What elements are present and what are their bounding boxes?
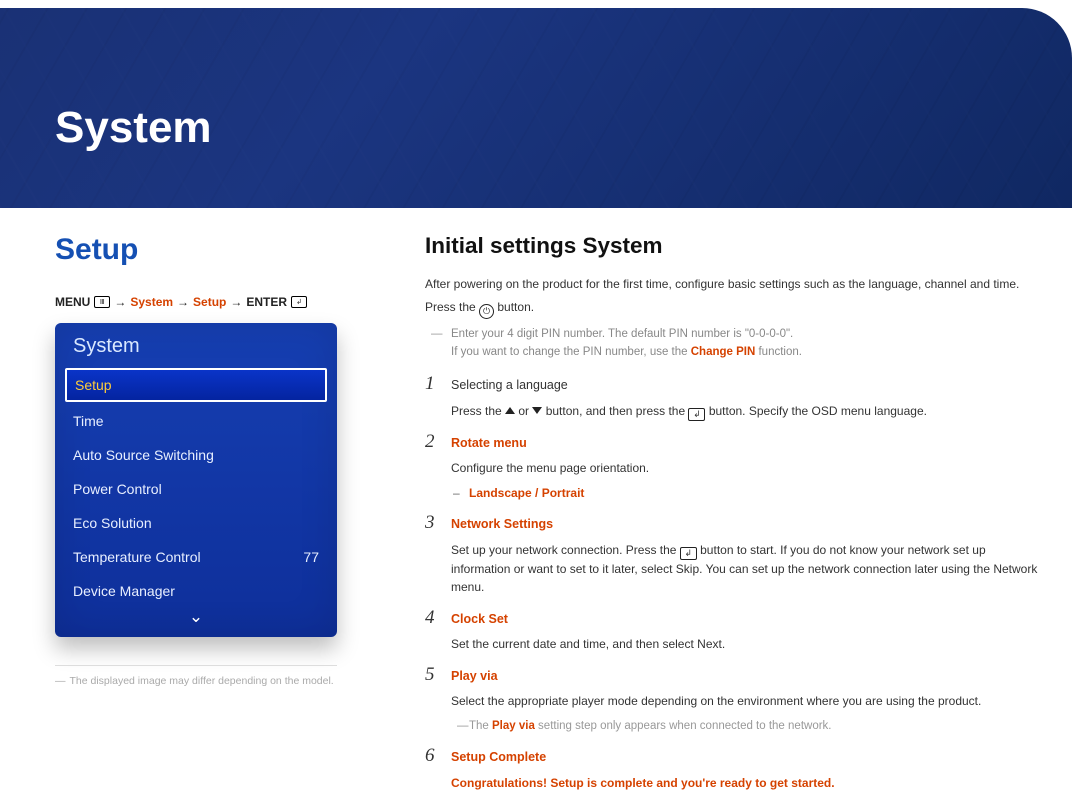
- option-landscape: Landscape: [469, 486, 532, 500]
- osd-item-label: Eco Solution: [73, 515, 152, 531]
- step-5: 5 Play via Select the appropriate player…: [425, 664, 1040, 735]
- step-1: 1 Selecting a language Press the or butt…: [425, 373, 1040, 420]
- osd-item-label: Power Control: [73, 481, 162, 497]
- banner-title: System: [55, 103, 212, 153]
- step-number: 2: [425, 431, 451, 453]
- osd-item-temperature[interactable]: Temperature Control 77: [55, 540, 337, 574]
- breadcrumb-arrow-3: →: [230, 295, 242, 309]
- step-2-title: Rotate menu: [451, 434, 1040, 453]
- enter-icon: ↲: [680, 547, 697, 560]
- next-label: Next: [697, 637, 722, 651]
- step-6: 6 Setup Complete Congratulations! Setup …: [425, 745, 1040, 792]
- pin-note: Enter your 4 digit PIN number. The defau…: [425, 325, 1040, 362]
- osd-item-eco-solution[interactable]: Eco Solution: [55, 506, 337, 540]
- up-arrow-icon: [505, 407, 515, 414]
- footnote-text: The displayed image may differ depending…: [70, 675, 334, 687]
- osd-item-label: Device Manager: [73, 583, 175, 599]
- step-6-congrats: Congratulations! Setup is complete and y…: [451, 774, 1040, 792]
- skip-label: Skip: [676, 562, 699, 576]
- osd-title: System: [55, 323, 337, 368]
- intro-line-1: After powering on the product for the fi…: [425, 275, 1040, 294]
- osd-item-power-control[interactable]: Power Control: [55, 472, 337, 506]
- step-5-title: Play via: [451, 667, 1040, 686]
- pin-note-line1: Enter your 4 digit PIN number. The defau…: [451, 328, 793, 340]
- step-6-title: Setup Complete: [451, 748, 1040, 767]
- step-number: 4: [425, 607, 451, 629]
- step-2-body: Configure the menu page orientation.: [451, 459, 1040, 478]
- change-pin-label: Change PIN: [691, 346, 756, 358]
- step-5-body: Select the appropriate player mode depen…: [451, 692, 1040, 711]
- option-portrait: Portrait: [542, 486, 585, 500]
- footnote: ―The displayed image may differ dependin…: [55, 674, 375, 690]
- step-4: 4 Clock Set Set the current date and tim…: [425, 607, 1040, 654]
- step-3-title: Network Settings: [451, 515, 1040, 534]
- left-column: Setup MENU Ⅲ → System → Setup → ENTER ↲ …: [55, 233, 400, 751]
- osd-item-time[interactable]: Time: [55, 404, 337, 438]
- power-icon: ⏻: [479, 304, 494, 319]
- step-3-body: Set up your network connection. Press th…: [451, 541, 1040, 597]
- osd-scroll-down-icon[interactable]: ⌄: [55, 608, 337, 631]
- remote-menu-icon: Ⅲ: [94, 296, 110, 308]
- breadcrumb-arrow-1: →: [114, 295, 126, 309]
- step-1-title: Selecting a language: [451, 376, 1040, 395]
- step-4-body: Set the current date and time, and then …: [451, 635, 1040, 654]
- step-number: 6: [425, 745, 451, 767]
- osd-item-label: Time: [73, 413, 104, 429]
- step-1-body: Press the or button, and then press the …: [451, 402, 1040, 421]
- page-content: Setup MENU Ⅲ → System → Setup → ENTER ↲ …: [55, 233, 1040, 751]
- step-5-note: The Play via setting step only appears w…: [451, 717, 1040, 735]
- breadcrumb-menu: MENU: [55, 295, 90, 309]
- osd-item-setup[interactable]: Setup: [65, 368, 327, 402]
- breadcrumb-system: System: [130, 295, 173, 309]
- step-number: 1: [425, 373, 451, 395]
- osd-item-auto-source[interactable]: Auto Source Switching: [55, 438, 337, 472]
- step-3: 3 Network Settings Set up your network c…: [425, 512, 1040, 597]
- intro-line-2: Press the ⏻ button.: [425, 298, 1040, 319]
- divider: [55, 665, 337, 666]
- down-arrow-icon: [532, 407, 542, 414]
- right-heading: Initial settings System: [425, 233, 1040, 259]
- steps-list: 1 Selecting a language Press the or butt…: [425, 373, 1040, 792]
- osd-item-label: Setup: [75, 377, 112, 393]
- setup-heading: Setup: [55, 233, 375, 267]
- osd-item-label: Temperature Control: [73, 549, 201, 565]
- top-banner: System: [0, 8, 1072, 208]
- right-column: Initial settings System After powering o…: [400, 233, 1040, 751]
- step-2-options: Landscape / Portrait: [451, 484, 1040, 503]
- step-4-title: Clock Set: [451, 610, 1040, 629]
- osd-item-label: Auto Source Switching: [73, 447, 214, 463]
- breadcrumb-arrow-2: →: [177, 295, 189, 309]
- network-label: Network: [993, 562, 1037, 576]
- step-2: 2 Rotate menu Configure the menu page or…: [425, 431, 1040, 503]
- remote-enter-icon: ↲: [291, 296, 307, 308]
- step-number: 3: [425, 512, 451, 534]
- enter-icon: ↲: [688, 408, 705, 421]
- breadcrumb: MENU Ⅲ → System → Setup → ENTER ↲: [55, 295, 375, 309]
- step-number: 5: [425, 664, 451, 686]
- breadcrumb-setup: Setup: [193, 295, 226, 309]
- osd-item-value: 77: [303, 549, 319, 565]
- osd-item-device-manager[interactable]: Device Manager: [55, 574, 337, 608]
- osd-panel: System Setup Time Auto Source Switching …: [55, 323, 337, 637]
- breadcrumb-enter: ENTER: [246, 295, 287, 309]
- play-via-label: Play via: [492, 720, 535, 732]
